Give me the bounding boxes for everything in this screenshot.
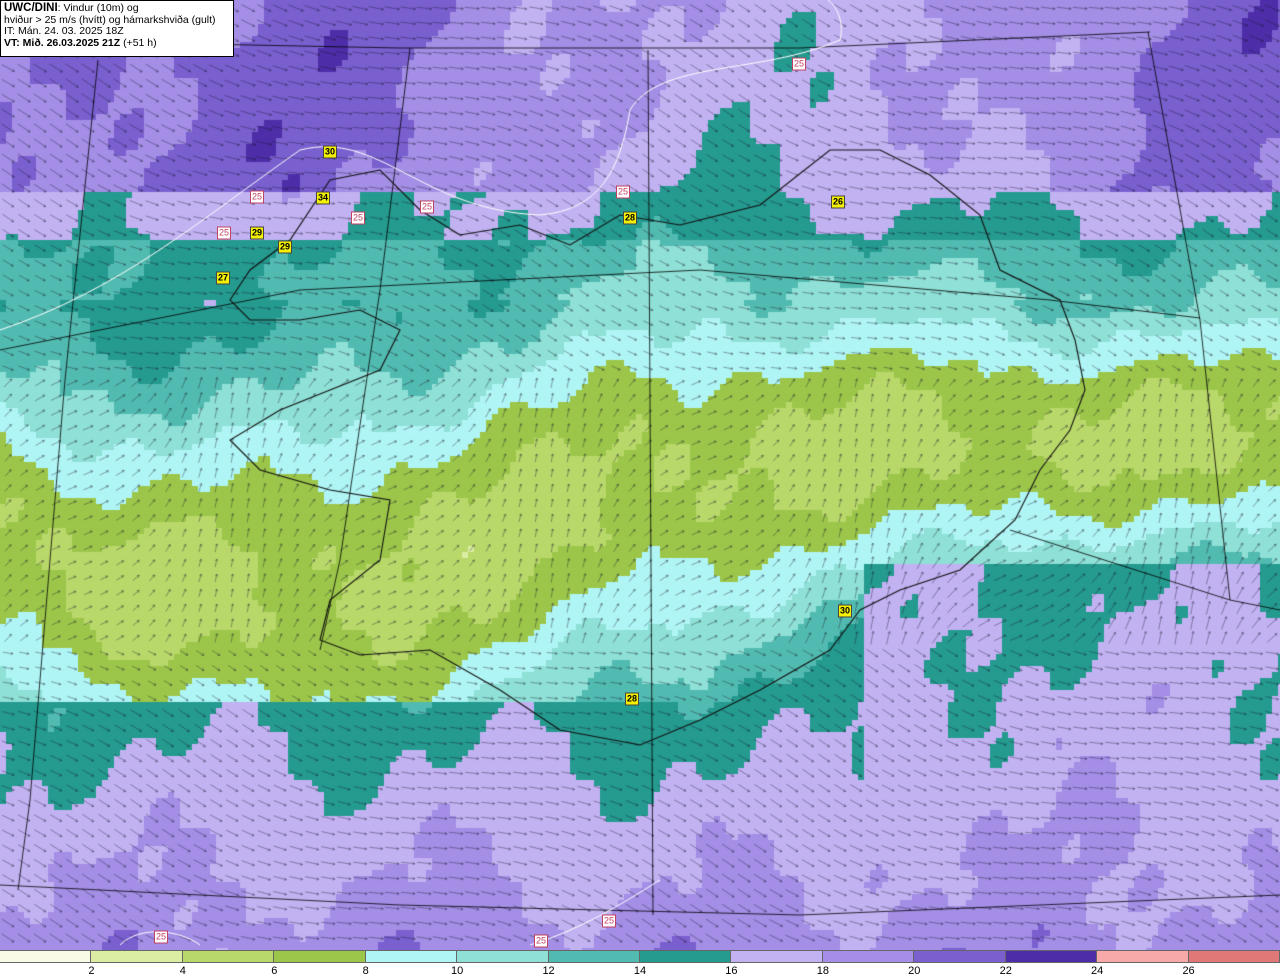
- legend-swatch: [365, 950, 458, 963]
- legend-tick: 10: [451, 965, 464, 977]
- legend-swatch: [457, 950, 549, 963]
- legend-swatch: [731, 950, 823, 963]
- max-gust-label: 29: [249, 226, 265, 240]
- legend-swatch: [91, 950, 183, 963]
- gust-label: 25: [350, 211, 366, 225]
- legend-tick: 4: [179, 965, 186, 977]
- legend-swatch: [0, 950, 92, 963]
- gust-label: 25: [419, 200, 435, 214]
- legend-tick: 2: [88, 965, 95, 977]
- color-legend: 2 4 6 8 10 12 14 16 18 20 22 24 26: [0, 950, 1280, 978]
- wind-map: [0, 0, 1280, 950]
- info-title-rest: : Vindur (10m) og: [57, 2, 139, 14]
- legend-swatch: [1097, 950, 1189, 963]
- max-gust-label: 30: [322, 145, 338, 159]
- gust-label: 25: [791, 57, 807, 71]
- max-gust-label: 28: [624, 692, 640, 706]
- legend-swatch: [274, 950, 366, 963]
- max-gust-label: 29: [277, 240, 293, 254]
- legend-tick: 12: [542, 965, 555, 977]
- legend-tick: 20: [908, 965, 921, 977]
- legend-tick: 14: [633, 965, 647, 977]
- legend-swatch: [548, 950, 640, 963]
- legend-swatch: [1005, 950, 1098, 963]
- max-gust-label: 34: [315, 191, 331, 205]
- max-gust-label: 27: [215, 271, 231, 285]
- info-title: UWC/DINI: [4, 2, 58, 14]
- info-box: UWC/DINI: Vindur (10m) og hviður > 25 m/…: [0, 0, 234, 57]
- info-valid-time: VT: Mið. 26.03.2025 21Z: [4, 36, 121, 49]
- legend-tick: 26: [1182, 965, 1195, 977]
- legend-tick: 16: [725, 965, 738, 977]
- legend-swatch: [182, 950, 275, 963]
- gust-label: 25: [249, 190, 265, 204]
- legend-tick: 18: [816, 965, 829, 977]
- legend-swatch: [914, 950, 1006, 963]
- gust-label: 25: [216, 226, 232, 240]
- legend-swatch: [822, 950, 915, 963]
- info-lead-time: (+51 h): [120, 36, 157, 49]
- gust-label: 25: [615, 185, 631, 199]
- legend-tick: 6: [271, 965, 278, 977]
- max-gust-label: 26: [830, 195, 846, 209]
- legend-tick: 8: [362, 965, 369, 977]
- max-gust-label: 30: [837, 604, 853, 618]
- legend-tick: 24: [1091, 965, 1104, 977]
- gust-label: 25: [601, 914, 617, 928]
- legend-swatch: [1188, 950, 1280, 963]
- max-gust-label: 28: [622, 211, 638, 225]
- gust-label: 25: [533, 934, 549, 948]
- legend-swatch: [640, 950, 732, 963]
- gust-label: 25: [153, 930, 169, 944]
- legend-tick: 22: [999, 965, 1012, 977]
